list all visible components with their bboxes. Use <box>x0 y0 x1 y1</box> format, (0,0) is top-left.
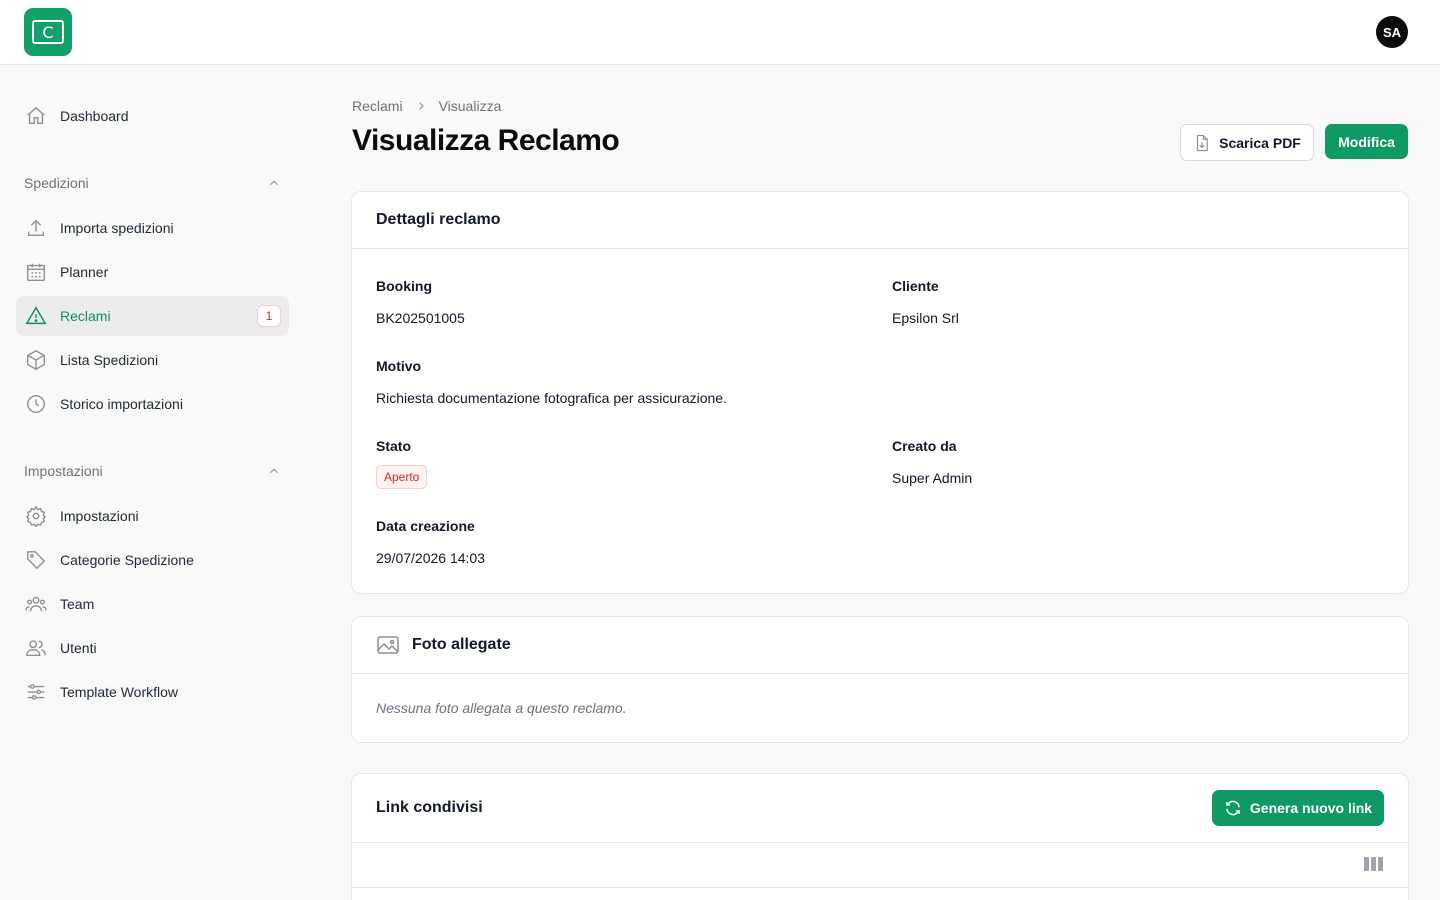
sidebar-item-label: Impostazioni <box>60 508 139 524</box>
sidebar-item-storico-importazioni[interactable]: Storico importazioni <box>16 384 289 424</box>
chevron-right-icon <box>415 100 427 112</box>
sidebar-item-label: Planner <box>60 264 109 280</box>
image-icon <box>377 636 399 654</box>
section-impostazioni-header[interactable]: Impostazioni <box>24 463 281 479</box>
reclami-count-badge: 1 <box>257 305 281 327</box>
warning-icon <box>24 304 48 328</box>
sliders-icon <box>24 680 48 704</box>
chevron-up-icon <box>270 468 278 474</box>
tag-icon <box>24 548 48 572</box>
sidebar-item-team[interactable]: Team <box>16 584 289 624</box>
breadcrumb-current: Visualizza <box>438 98 502 114</box>
breadcrumb: Reclami Visualizza <box>352 98 501 114</box>
section-title: Impostazioni <box>24 463 103 479</box>
calendar-icon <box>24 260 48 284</box>
generate-link-label: Genera nuovo link <box>1249 800 1373 816</box>
sidebar-item-label: Lista Spedizioni <box>60 352 159 368</box>
sidebar-item-label: Categorie Spedizione <box>60 552 194 568</box>
sidebar-item-planner[interactable]: Planner <box>16 252 289 292</box>
chevron-up-icon <box>270 180 278 186</box>
page-title: Visualizza Reclamo <box>352 124 620 157</box>
links-card: Link condivisi Genera nuovo link <box>351 773 1409 900</box>
sidebar-item-label: Team <box>60 596 95 612</box>
users-icon <box>24 636 48 660</box>
photos-card-title: Foto allegate <box>412 636 511 653</box>
photos-card-header: Foto allegate <box>352 617 1408 674</box>
sidebar-item-label: Importa spedizioni <box>60 220 174 236</box>
photos-card: Foto allegate Nessuna foto allegata a qu… <box>351 616 1409 743</box>
section-title: Spedizioni <box>24 175 89 191</box>
created-by-label: Creato da <box>892 438 957 454</box>
sidebar-item-utenti[interactable]: Utenti <box>16 628 289 668</box>
gear-icon <box>24 504 48 528</box>
sidebar-item-template-workflow[interactable]: Template Workflow <box>16 672 289 712</box>
reason-label: Motivo <box>376 358 422 374</box>
team-icon <box>24 592 48 616</box>
app-logo[interactable]: C <box>24 8 72 56</box>
refresh-icon <box>1226 800 1240 816</box>
client-value: Epsilon Srl <box>892 310 959 326</box>
created-date-label: Data creazione <box>376 518 475 534</box>
sidebar-item-label: Reclami <box>60 308 111 324</box>
status-label: Stato <box>376 438 411 454</box>
sidebar-item-dashboard[interactable]: Dashboard <box>16 96 289 136</box>
sidebar-item-categorie-spedizione[interactable]: Categorie Spedizione <box>16 540 289 580</box>
sidebar-item-label: Storico importazioni <box>60 396 183 412</box>
top-bar: C SA <box>0 0 1440 65</box>
sidebar-item-impostazioni[interactable]: Impostazioni <box>16 496 289 536</box>
sidebar-item-label: Template Workflow <box>60 684 179 700</box>
sidebar-item-reclami[interactable]: Reclami 1 <box>16 296 289 336</box>
reason-value: Richiesta documentazione fotografica per… <box>376 390 727 406</box>
box-icon <box>24 348 48 372</box>
edit-button[interactable]: Modifica <box>1325 124 1408 159</box>
user-avatar[interactable]: SA <box>1376 16 1408 48</box>
client-label: Cliente <box>892 278 939 294</box>
sidebar-item-label: Dashboard <box>60 108 129 124</box>
logo-mark: C <box>32 20 64 44</box>
booking-value: BK202501005 <box>376 310 465 326</box>
photos-empty-text: Nessuna foto allegata a questo reclamo. <box>376 700 627 716</box>
clock-icon <box>24 392 48 416</box>
booking-label: Booking <box>376 278 432 294</box>
file-download-icon <box>1197 134 1208 151</box>
details-card-title: Dettagli reclamo <box>352 192 1408 249</box>
columns-toggle-icon[interactable] <box>1364 857 1383 871</box>
sidebar-item-importa-spedizioni[interactable]: Importa spedizioni <box>16 208 289 248</box>
download-pdf-label: Scarica PDF <box>1219 134 1301 151</box>
upload-icon <box>24 216 48 240</box>
details-card: Dettagli reclamo Booking BK202501005 Cli… <box>351 191 1409 594</box>
section-spedizioni-header[interactable]: Spedizioni <box>24 175 281 191</box>
generate-link-button[interactable]: Genera nuovo link <box>1212 790 1384 826</box>
table-divider <box>352 887 1408 888</box>
home-icon <box>24 104 48 128</box>
created-date-value: 29/07/2026 14:03 <box>376 550 485 566</box>
created-by-value: Super Admin <box>892 470 973 486</box>
sidebar-item-label: Utenti <box>60 640 97 656</box>
download-pdf-button[interactable]: Scarica PDF <box>1180 124 1314 161</box>
status-badge: Aperto <box>376 465 428 489</box>
breadcrumb-parent-link[interactable]: Reclami <box>352 98 403 114</box>
sidebar-item-lista-spedizioni[interactable]: Lista Spedizioni <box>16 340 289 380</box>
